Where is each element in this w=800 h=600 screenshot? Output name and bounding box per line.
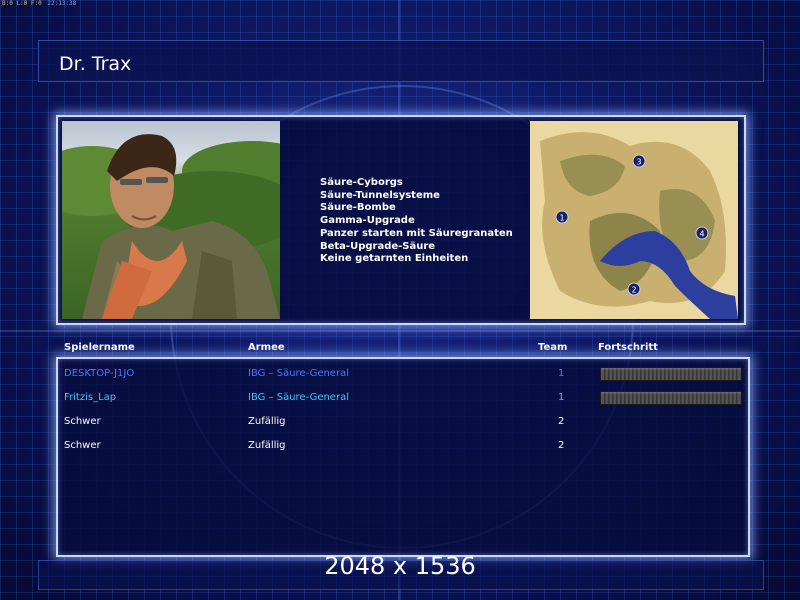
system-bar-status: B:0 L:0 F:0 xyxy=(2,0,42,7)
player-army: Zufällig xyxy=(248,440,286,451)
player-row[interactable]: Schwer Zufällig 2 xyxy=(58,413,748,431)
feature-item: Säure-Tunnelsysteme xyxy=(320,189,440,201)
feature-item: Gamma-Upgrade xyxy=(320,215,415,227)
player-list-panel: DESKTOP-J1JO IBG – Säure-General 1 Fritz… xyxy=(56,357,750,557)
header-player-name: Spielername xyxy=(64,342,135,353)
map-preview[interactable]: 1 2 3 4 xyxy=(530,121,738,319)
header-team: Team xyxy=(538,342,568,353)
map-start-position: 1 xyxy=(559,214,564,223)
player-team: 2 xyxy=(558,416,565,427)
player-row[interactable]: DESKTOP-J1JO IBG – Säure-General 1 xyxy=(58,365,748,383)
player-army: IBG – Säure-General xyxy=(248,392,349,403)
player-name: Fritzis_Lap xyxy=(64,392,117,403)
player-name: Schwer xyxy=(64,440,101,451)
player-name: Schwer xyxy=(64,416,101,427)
map-start-position: 3 xyxy=(636,158,641,167)
general-info-panel: Säure-Cyborgs Säure-Tunnelsysteme Säure-… xyxy=(56,115,746,325)
header-army: Armee xyxy=(248,342,285,353)
map-start-position: 2 xyxy=(631,286,636,295)
player-name: DESKTOP-J1JO xyxy=(64,368,135,379)
general-feature-list: Säure-Cyborgs Säure-Tunnelsysteme Säure-… xyxy=(320,177,513,266)
feature-item: Beta-Upgrade-Säure xyxy=(320,240,436,252)
general-title: Dr. Trax xyxy=(59,53,132,75)
player-team: 1 xyxy=(558,392,565,403)
player-list-header: Spielername Armee Team Fortschritt xyxy=(0,338,800,354)
player-row[interactable]: Schwer Zufällig 2 xyxy=(58,437,748,455)
player-team: 2 xyxy=(558,440,565,451)
title-panel: Dr. Trax xyxy=(38,40,764,82)
feature-item: Säure-Cyborgs xyxy=(320,177,403,188)
system-bar-clock: 22:13:38 xyxy=(47,0,77,7)
player-army: Zufällig xyxy=(248,416,286,427)
general-portrait xyxy=(62,121,280,319)
map-start-position: 4 xyxy=(699,230,704,239)
player-row[interactable]: Fritzis_Lap IBG – Säure-General 1 xyxy=(58,389,748,407)
system-bar: B:0 L:0 F:0 22:13:38 xyxy=(0,0,800,8)
player-progress-bar xyxy=(600,367,742,381)
resolution-overlay: 2048 x 1536 xyxy=(324,552,476,580)
feature-item: Keine getarnten Einheiten xyxy=(320,253,469,265)
header-progress: Fortschritt xyxy=(598,342,658,353)
feature-item: Panzer starten mit Säuregranaten xyxy=(320,227,513,239)
crosshair-horizontal xyxy=(0,330,800,332)
feature-item: Säure-Bombe xyxy=(320,202,396,214)
player-progress-bar xyxy=(600,391,742,405)
player-army: IBG – Säure-General xyxy=(248,368,349,379)
player-team: 1 xyxy=(558,368,565,379)
